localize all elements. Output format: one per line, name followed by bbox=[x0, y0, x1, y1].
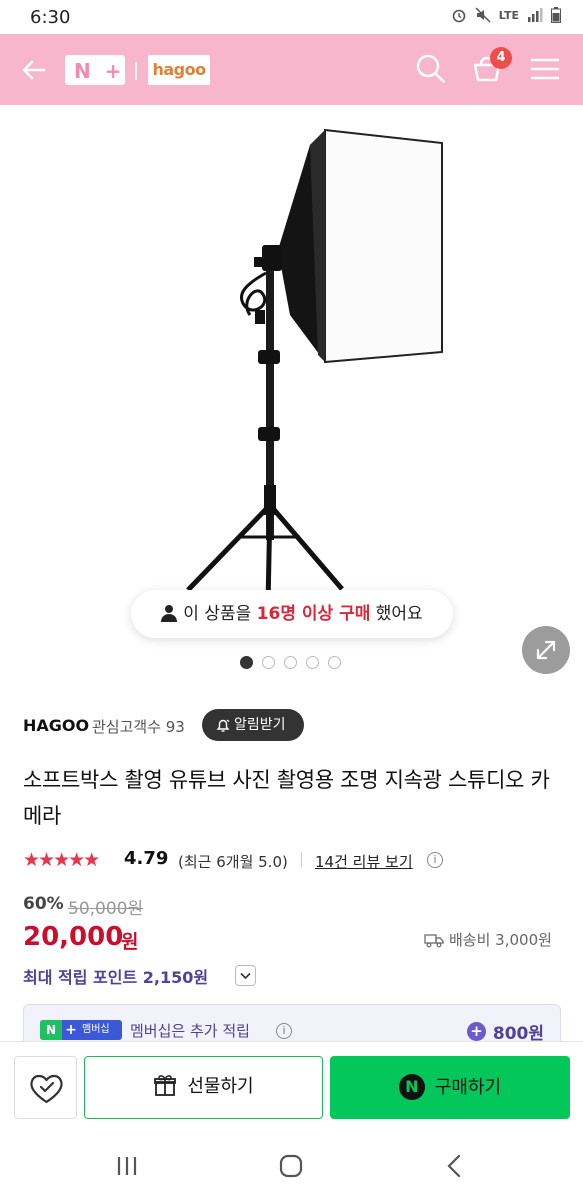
rating-divider bbox=[301, 852, 302, 867]
gift-button[interactable]: 선물하기 bbox=[84, 1056, 323, 1119]
app-header: N+ hagoo bbox=[0, 34, 583, 105]
softbox-stand-illustration bbox=[186, 128, 443, 606]
membership-badge: N + 멤버십 bbox=[40, 1020, 122, 1040]
menu-button[interactable] bbox=[528, 52, 562, 86]
bell-icon bbox=[216, 719, 230, 732]
user-icon bbox=[161, 605, 178, 622]
buy-button[interactable]: N 구매하기 bbox=[330, 1056, 570, 1119]
home-icon bbox=[279, 1154, 303, 1178]
menu-icon bbox=[530, 58, 560, 80]
discount-rate: 60% bbox=[23, 894, 64, 914]
original-price: 50,000원 bbox=[68, 899, 144, 919]
truck-icon bbox=[424, 933, 444, 947]
purchase-prefix: 이 상품을 bbox=[183, 604, 257, 624]
store-logo[interactable]: hagoo bbox=[148, 55, 210, 85]
sale-price: 20,000 bbox=[23, 922, 124, 952]
max-points: 최대 적립 포인트 2,150원 bbox=[23, 968, 209, 987]
membership-badge-text: 멤버십 bbox=[82, 1024, 110, 1035]
gallery-dot[interactable] bbox=[284, 656, 297, 669]
shipping-text: 배송비 3,000원 bbox=[449, 931, 552, 949]
store-name[interactable]: HAGOO bbox=[23, 716, 89, 735]
header-divider bbox=[135, 62, 137, 80]
membership-badge-plus: + bbox=[65, 1022, 77, 1038]
gallery-dot[interactable] bbox=[262, 656, 275, 669]
system-back-button[interactable] bbox=[440, 1151, 470, 1181]
purchase-highlight: 16명 이상 구매 bbox=[256, 604, 371, 624]
battery-icon bbox=[551, 7, 561, 23]
expand-image-button[interactable] bbox=[522, 626, 570, 674]
product-title: 소프트박스 촬영 유튜브 사진 촬영용 조명 지속광 스튜디오 카메라 bbox=[23, 768, 550, 828]
gallery-dot[interactable] bbox=[306, 656, 319, 669]
review-link[interactable]: 14건 리뷰 보기 bbox=[315, 851, 413, 872]
chevron-down-icon bbox=[240, 972, 251, 980]
membership-badge-n: N bbox=[40, 1020, 62, 1040]
rating-recent: (최근 6개월 5.0) bbox=[178, 853, 288, 871]
gift-label: 선물하기 bbox=[187, 1076, 254, 1097]
network-label: LTE bbox=[498, 8, 519, 22]
shipping-fee: 배송비 3,000원 bbox=[424, 929, 552, 950]
mute-icon bbox=[475, 7, 491, 23]
status-time: 6:30 bbox=[30, 7, 71, 28]
membership-info-icon[interactable]: i bbox=[276, 1023, 292, 1039]
purchase-count-pill: 이 상품을 16명 이상 구매 했어요 bbox=[131, 590, 453, 638]
status-icons: LTE bbox=[451, 7, 561, 23]
alarm-icon bbox=[452, 9, 466, 23]
naver-pay-icon: N bbox=[398, 1074, 425, 1100]
gift-icon bbox=[154, 1075, 177, 1096]
search-icon bbox=[416, 54, 445, 83]
store-fans: 관심고객수 93 bbox=[92, 718, 185, 736]
recent-apps-icon bbox=[117, 1157, 137, 1175]
home-button[interactable] bbox=[276, 1151, 306, 1181]
rating-stars: ★★★★★ bbox=[23, 849, 100, 871]
alarm-button[interactable]: 알림받기 bbox=[202, 709, 304, 741]
rating-score: 4.79 bbox=[124, 848, 169, 869]
plus-circle-icon: + bbox=[467, 1022, 486, 1041]
membership-text: 멤버십은 추가 적립 bbox=[130, 1022, 250, 1040]
purchase-suffix: 했어요 bbox=[370, 604, 423, 624]
wishlist-button[interactable] bbox=[14, 1056, 77, 1119]
cart-count-badge: 4 bbox=[490, 47, 512, 69]
gallery-pagination bbox=[240, 656, 341, 669]
back-arrow-icon bbox=[22, 60, 46, 80]
chevron-left-icon bbox=[447, 1154, 461, 1178]
rating-info-icon[interactable]: i bbox=[427, 852, 443, 868]
nplus-logo[interactable]: N+ bbox=[65, 55, 125, 85]
action-bar: 선물하기 N 구매하기 bbox=[0, 1041, 583, 1131]
expand-icon bbox=[536, 640, 556, 660]
system-nav-bar bbox=[0, 1131, 583, 1200]
recent-apps-button[interactable] bbox=[112, 1151, 142, 1181]
back-button[interactable] bbox=[18, 54, 50, 86]
status-bar: 6:30 LTE bbox=[0, 0, 583, 34]
gallery-dot[interactable] bbox=[328, 656, 341, 669]
heart-check-icon bbox=[30, 1074, 63, 1104]
buy-label: 구매하기 bbox=[434, 1077, 502, 1098]
points-expand-button[interactable] bbox=[235, 965, 256, 986]
nplus-logo-text: N+ bbox=[74, 59, 136, 83]
sale-price-unit: 원 bbox=[121, 931, 139, 953]
signal-icon bbox=[528, 8, 543, 22]
gallery-dot[interactable] bbox=[240, 656, 253, 669]
alarm-label: 알림받기 bbox=[234, 717, 286, 733]
search-button[interactable] bbox=[414, 52, 448, 86]
